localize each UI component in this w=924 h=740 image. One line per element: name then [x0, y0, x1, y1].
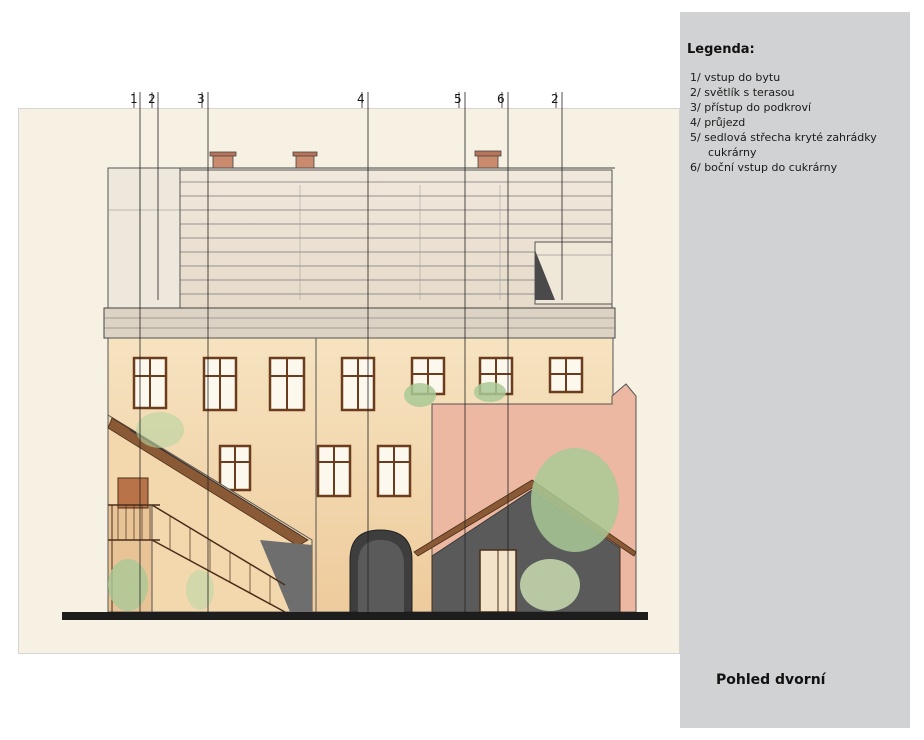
- legend-item-3: 3/ přístup do podkroví: [690, 101, 812, 114]
- legend-list: 1/ vstup do bytu 2/ světlík s terasou 3/…: [690, 70, 906, 175]
- legend-panel: Legenda: 1/ vstup do bytu 2/ světlík s t…: [680, 12, 910, 728]
- legend-item-4: 4/ průjezd: [690, 116, 746, 129]
- callout-label-1: 1: [130, 92, 138, 106]
- skylight-right: [534, 241, 613, 305]
- window: [316, 444, 352, 498]
- passage-arch: [349, 529, 413, 613]
- window: [548, 356, 584, 394]
- legend-item-2: 2/ světlík s terasou: [690, 86, 795, 99]
- window: [202, 356, 238, 412]
- view-title: Pohled dvorní: [716, 672, 826, 688]
- callout-label-2: 2: [148, 92, 156, 106]
- legend-item-5-continued: cukrárny: [708, 146, 757, 159]
- ground-line: [62, 612, 648, 620]
- window: [132, 356, 168, 410]
- elevation-drawing: [62, 92, 648, 620]
- callout-label-4: 4: [357, 92, 365, 106]
- legend-title: Legenda:: [687, 42, 755, 57]
- legend-item-6: 6/ boční vstup do cukrárny: [690, 161, 838, 174]
- legend-item-5: 5/ sedlová střecha kryté zahrádky: [690, 131, 877, 144]
- callout-label-5: 5: [454, 92, 462, 106]
- skylight-left: [107, 167, 181, 309]
- callout-label-2b: 2: [551, 92, 559, 106]
- chimneys: [209, 150, 502, 169]
- eaves: [103, 307, 616, 339]
- window: [218, 444, 252, 492]
- window: [376, 444, 412, 498]
- courtyard-annex: [404, 382, 637, 613]
- window: [340, 356, 376, 412]
- window: [268, 356, 306, 412]
- callout-label-3: 3: [197, 92, 205, 106]
- callout-label-6: 6: [497, 92, 505, 106]
- legend-item-1: 1/ vstup do bytu: [690, 71, 781, 84]
